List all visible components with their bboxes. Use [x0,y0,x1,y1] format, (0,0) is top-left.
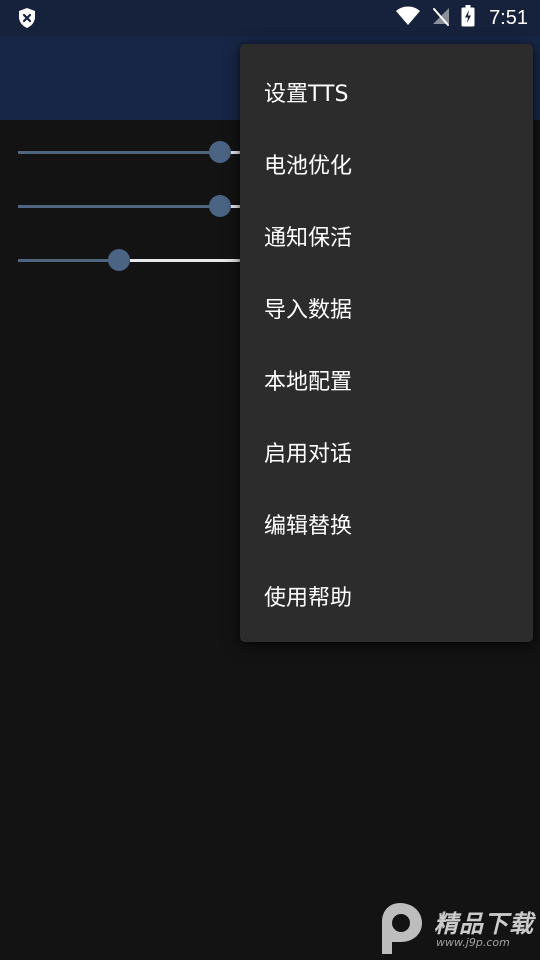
watermark-url: www.j9p.com [436,936,510,949]
slider-1[interactable] [18,141,260,163]
menu-item-battery-optimization[interactable]: 电池优化 [240,128,533,200]
slider-thumb[interactable] [209,195,231,217]
menu-item-help[interactable]: 使用帮助 [240,560,533,632]
slider-track-active [18,151,218,154]
watermark: 精品下载 www.j9p.com [372,898,538,956]
slider-2[interactable] [18,195,260,217]
menu-item-local-config[interactable]: 本地配置 [240,344,533,416]
watermark-logo-icon [372,900,426,960]
menu-item-label: 编辑替换 [264,514,353,539]
menu-item-enable-dialog[interactable]: 启用对话 [240,416,533,488]
shield-x-icon [16,7,38,29]
slider-thumb[interactable] [108,249,130,271]
status-bar: 7:51 [0,0,540,36]
menu-item-label: 设置TTS [264,82,349,107]
menu-item-label: 本地配置 [264,370,353,395]
menu-item-edit-replace[interactable]: 编辑替换 [240,488,533,560]
menu-item-label: 启用对话 [264,442,353,467]
slider-3[interactable] [18,249,260,271]
status-time: 7:51 [489,6,528,29]
wifi-icon [395,6,421,30]
menu-item-label: 电池优化 [264,154,353,179]
menu-item-label: 导入数据 [264,298,353,323]
slider-track-active [18,205,218,208]
no-signal-icon [431,6,451,30]
watermark-text: 精品下载 [434,910,534,938]
battery-charging-icon [461,5,475,31]
overflow-menu: 设置TTS 电池优化 通知保活 导入数据 本地配置 启用对话 编辑替换 使用帮助 [240,44,533,642]
menu-item-label: 通知保活 [264,226,353,251]
menu-item-tts-settings[interactable]: 设置TTS [240,56,533,128]
menu-item-import-data[interactable]: 导入数据 [240,272,533,344]
slider-thumb[interactable] [209,141,231,163]
menu-item-notification-keepalive[interactable]: 通知保活 [240,200,533,272]
slider-track-active [18,259,118,262]
menu-item-label: 使用帮助 [264,586,353,611]
status-icons: 7:51 [395,0,528,36]
